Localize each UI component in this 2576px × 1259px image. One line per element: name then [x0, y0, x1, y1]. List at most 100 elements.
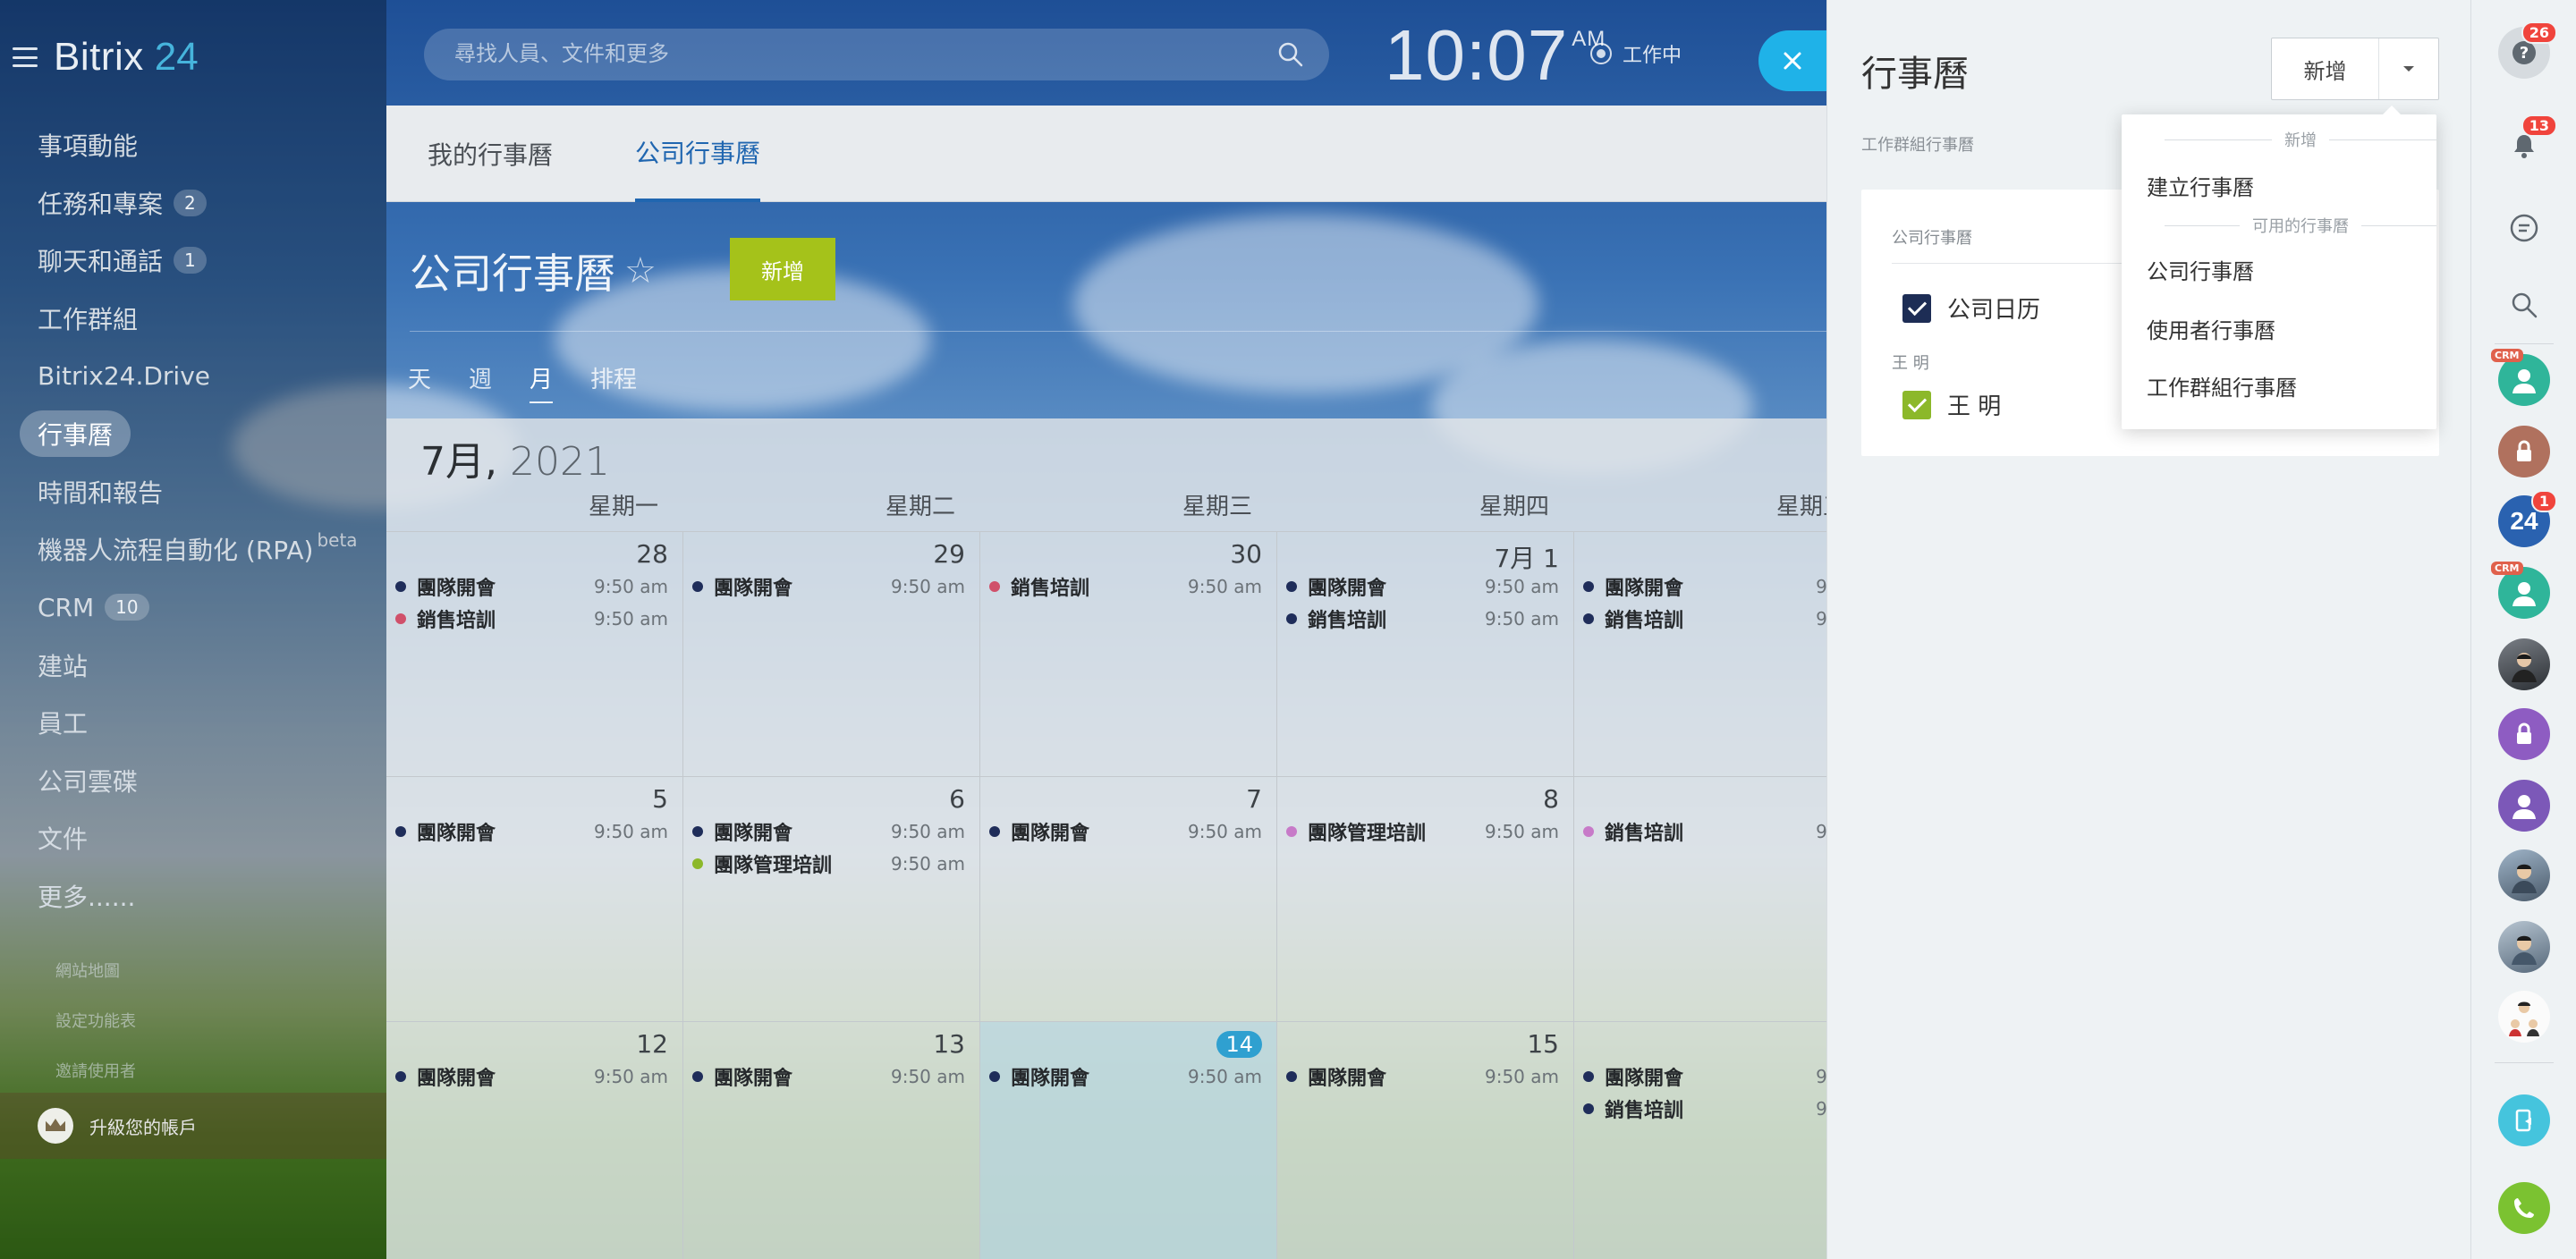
- bitrix24-chat-avatar[interactable]: 24 1: [2498, 490, 2557, 547]
- calendar-event[interactable]: 銷售培訓9:50: [1583, 1095, 1856, 1122]
- calendar-event[interactable]: 團隊開會 9:50 am: [1286, 573, 1559, 600]
- sidebar-item-drive[interactable]: Bitrix24.Drive: [38, 347, 377, 405]
- calendar-event[interactable]: 銷售培訓 9:50 am: [395, 605, 668, 632]
- calendar-event[interactable]: 團隊開會9:50: [1583, 1063, 1856, 1090]
- add-event-button[interactable]: 新增: [730, 238, 835, 300]
- calendar-event[interactable]: 團隊管理培訓 9:50 am: [692, 850, 965, 877]
- user-calendars-item[interactable]: 使用者行事曆: [2147, 313, 2275, 344]
- company-calendar-toggle[interactable]: 公司日历: [1902, 292, 2040, 325]
- view-tab-month[interactable]: 月: [530, 361, 554, 403]
- close-panel-button[interactable]: [1758, 30, 1826, 91]
- day-number[interactable]: 30: [1230, 539, 1262, 569]
- calendar-event[interactable]: 團隊開會 9:50 am: [692, 818, 965, 845]
- sidebar-item-tasks-projects[interactable]: 任務和專案 2: [38, 174, 377, 232]
- calendar-event[interactable]: 團隊開會9:50: [1583, 573, 1856, 600]
- sidebar-item-activity-stream[interactable]: 事項動能: [38, 116, 377, 174]
- crm-contact-avatar-2[interactable]: CRM: [2491, 562, 2550, 619]
- day-cell[interactable]: 7 團隊開會 9:50 am: [980, 777, 1277, 1022]
- day-number[interactable]: 7: [1246, 784, 1262, 814]
- day-number[interactable]: 5: [652, 784, 668, 814]
- view-tab-day[interactable]: 天: [408, 361, 431, 403]
- sidebar-item-chat-calls[interactable]: 聊天和通話 1: [38, 232, 377, 290]
- tab-company-calendar[interactable]: 公司行事曆: [635, 106, 761, 202]
- user-avatar-photo-3[interactable]: [2498, 921, 2550, 973]
- calendar-event[interactable]: 團隊管理培訓 9:50 am: [1286, 818, 1559, 845]
- day-cell[interactable]: 28 團隊開會 9:50 am 銷售培訓 9:50 am: [386, 532, 683, 777]
- day-cell[interactable]: 8 團隊管理培訓 9:50 am: [1277, 777, 1574, 1022]
- company-calendars-item[interactable]: 公司行事曆: [2147, 254, 2254, 285]
- sidebar-item-workgroups[interactable]: 工作群組: [38, 290, 377, 348]
- work-status[interactable]: 工作中: [1590, 39, 1682, 68]
- group-calendars-item[interactable]: 工作群組行事曆: [2147, 370, 2297, 401]
- tab-my-calendar[interactable]: 我的行事曆: [428, 106, 553, 202]
- menu-settings-link[interactable]: 設定功能表: [55, 1009, 136, 1032]
- day-cell[interactable]: 6 團隊開會 9:50 am 團隊管理培訓 9:50 am: [683, 777, 980, 1022]
- upgrade-account-button[interactable]: 升級您的帳戶: [0, 1093, 386, 1159]
- day-number[interactable]: 28: [636, 539, 668, 569]
- sidebar-item-more[interactable]: 更多......: [38, 867, 377, 925]
- sidebar-item-documents[interactable]: 文件: [38, 809, 377, 867]
- day-cell[interactable]: 15 團隊開會 9:50 am: [1277, 1022, 1574, 1259]
- calendar-event[interactable]: 團隊開會 9:50 am: [1286, 1063, 1559, 1090]
- day-cell[interactable]: 7月 1 團隊開會 9:50 am 銷售培訓 9:50 am: [1277, 532, 1574, 777]
- day-number[interactable]: 7月 1: [1494, 539, 1559, 575]
- sidebar-item-calendar[interactable]: 行事曆: [20, 405, 377, 463]
- day-number[interactable]: 8: [1543, 784, 1559, 814]
- sidebar-item-rpa[interactable]: 機器人流程自動化 (RPA) beta: [38, 520, 377, 579]
- panel-add-button[interactable]: 新增: [2272, 38, 2379, 99]
- day-number[interactable]: 13: [933, 1029, 965, 1059]
- sitemap-link[interactable]: 網站地圖: [55, 959, 120, 982]
- day-number[interactable]: 12: [636, 1029, 668, 1059]
- view-tab-week[interactable]: 週: [469, 361, 492, 403]
- day-cell[interactable]: 13 團隊開會 9:50 am: [683, 1022, 980, 1259]
- sidebar-item-sites[interactable]: 建站: [38, 636, 377, 694]
- screen-share-button[interactable]: [2498, 1094, 2550, 1146]
- user-avatar-photo-4[interactable]: [2498, 991, 2550, 1043]
- calendar-event[interactable]: 團隊開會 9:50 am: [692, 1063, 965, 1090]
- calendar-event[interactable]: 團隊開會 9:50 am: [692, 573, 965, 600]
- day-number[interactable]: 14: [1216, 1031, 1262, 1058]
- day-cell[interactable]: 12 團隊開會 9:50 am: [386, 1022, 683, 1259]
- view-tab-schedule[interactable]: 排程: [590, 361, 637, 403]
- app-logo[interactable]: Bitrix 24: [13, 32, 199, 82]
- user-calendar-toggle[interactable]: 王 明: [1902, 388, 2001, 421]
- locked-chat-avatar-2[interactable]: [2498, 708, 2550, 760]
- calendar-event[interactable]: 團隊開會 9:50 am: [395, 818, 668, 845]
- calendar-event[interactable]: 銷售培訓9:50: [1583, 605, 1856, 632]
- calendar-event[interactable]: 團隊開會 9:50 am: [989, 1063, 1262, 1090]
- checkbox-checked-icon[interactable]: [1902, 390, 1931, 419]
- calendar-event[interactable]: 銷售培訓 9:50 am: [989, 573, 1262, 600]
- chat-button[interactable]: [2498, 202, 2550, 254]
- panel-add-dropdown-toggle[interactable]: [2379, 38, 2438, 99]
- crm-contact-avatar[interactable]: CRM: [2491, 349, 2550, 406]
- user-avatar-photo-2[interactable]: [2498, 849, 2550, 901]
- invite-users-link[interactable]: 邀請使用者: [55, 1059, 136, 1082]
- search-button[interactable]: [2498, 279, 2550, 331]
- day-cell[interactable]: 30 銷售培訓 9:50 am: [980, 532, 1277, 777]
- user-avatar-generic[interactable]: [2498, 780, 2550, 832]
- sidebar-item-time-reports[interactable]: 時間和報告: [38, 463, 377, 521]
- help-button[interactable]: ? 26: [2498, 21, 2557, 79]
- calendar-event[interactable]: 銷售培訓9:50: [1583, 818, 1856, 845]
- locked-chat-avatar[interactable]: [2498, 426, 2550, 477]
- sidebar-item-employees[interactable]: 員工: [38, 694, 377, 752]
- search-icon[interactable]: [1277, 41, 1304, 68]
- day-cell[interactable]: 5 團隊開會 9:50 am: [386, 777, 683, 1022]
- day-cell[interactable]: 29 團隊開會 9:50 am: [683, 532, 980, 777]
- calendar-event[interactable]: 團隊開會 9:50 am: [395, 1063, 668, 1090]
- sidebar-item-company-drive[interactable]: 公司雲碟: [38, 752, 377, 810]
- menu-icon[interactable]: [13, 47, 38, 67]
- day-cell-today[interactable]: 14 團隊開會 9:50 am: [980, 1022, 1277, 1259]
- create-calendar-item[interactable]: 建立行事曆: [2147, 170, 2254, 201]
- checkbox-checked-icon[interactable]: [1902, 293, 1931, 323]
- star-icon[interactable]: ☆: [624, 250, 657, 292]
- user-avatar-photo-1[interactable]: [2498, 638, 2550, 690]
- call-button[interactable]: [2498, 1182, 2550, 1234]
- day-number[interactable]: 6: [949, 784, 965, 814]
- day-number[interactable]: 15: [1527, 1029, 1559, 1059]
- calendar-event[interactable]: 銷售培訓 9:50 am: [1286, 605, 1559, 632]
- notifications-button[interactable]: 13: [2498, 114, 2557, 172]
- search-input[interactable]: [424, 29, 1229, 80]
- calendar-event[interactable]: 團隊開會 9:50 am: [989, 818, 1262, 845]
- sidebar-item-crm[interactable]: CRM 10: [38, 579, 377, 637]
